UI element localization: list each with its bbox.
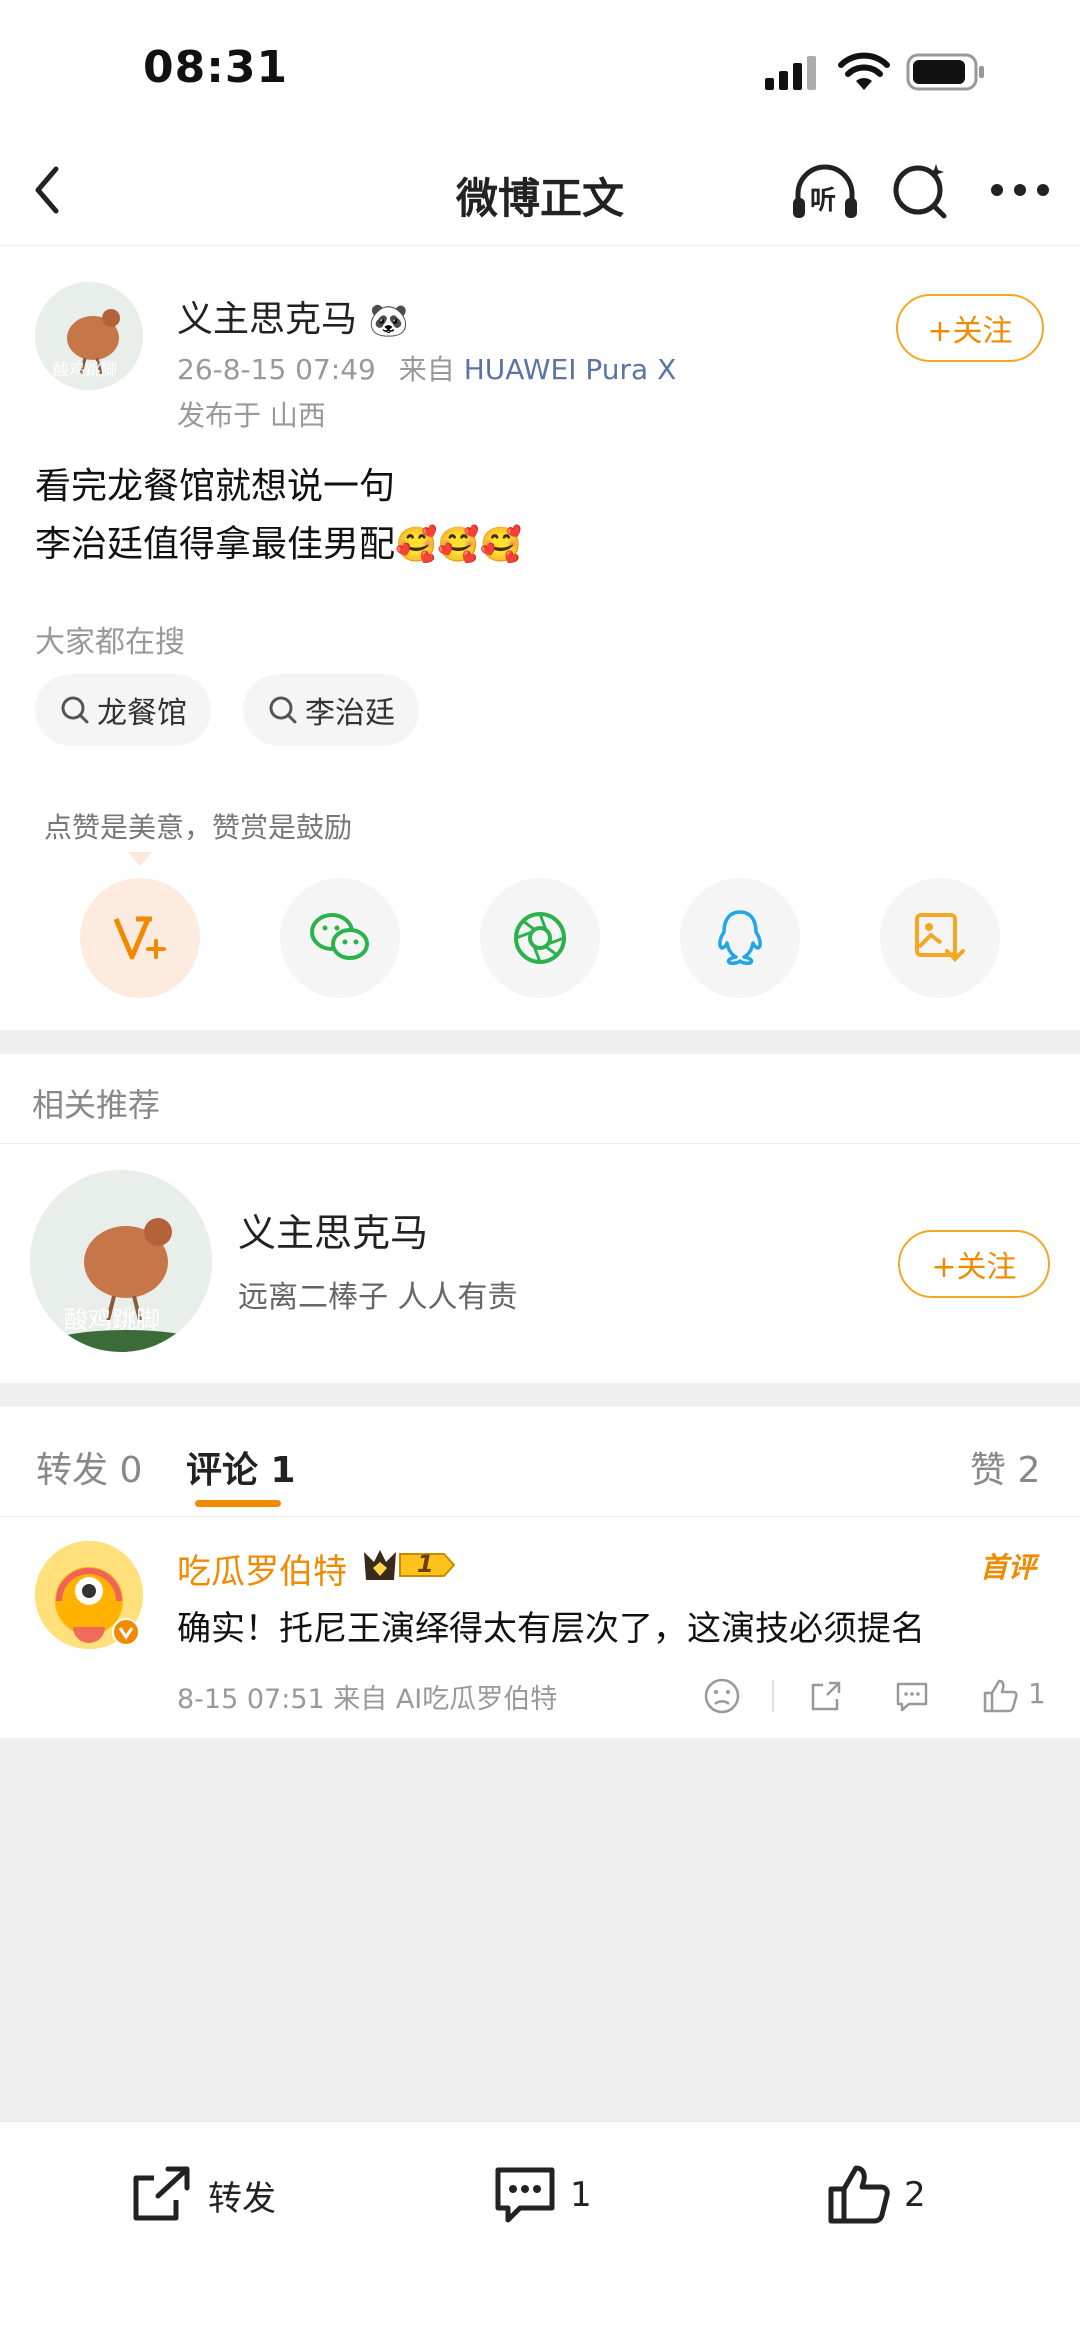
bottom-like-button[interactable]: 2 bbox=[826, 2160, 966, 2230]
author-name[interactable]: 义主思克马 bbox=[177, 299, 357, 340]
avatar-watermark: 酸鸡跳脚 bbox=[64, 1306, 160, 1334]
signal-icon bbox=[765, 56, 819, 90]
dislike-icon[interactable] bbox=[700, 1674, 744, 1718]
comment-share-icon[interactable] bbox=[804, 1674, 848, 1718]
post-text-line2-row: 李治廷值得拿最佳男配🥰🥰🥰 bbox=[35, 516, 522, 574]
listen-headphone-icon[interactable]: 听 bbox=[790, 160, 860, 222]
section-separator bbox=[0, 1383, 1080, 1407]
avatar-watermark: 酸鸡跳脚 bbox=[53, 360, 118, 379]
comment-meta: 8-15 07:51 来自 AI吃瓜罗伯特 bbox=[177, 1684, 558, 1715]
reward-hint-pointer bbox=[128, 852, 152, 868]
trending-chip-2[interactable]: 李治廷 bbox=[243, 674, 419, 746]
listen-label: 听 bbox=[810, 186, 837, 216]
first-comment-tag: 首评 bbox=[980, 1551, 1037, 1584]
post-time: 26-8-15 07:49 bbox=[177, 353, 376, 386]
repost-label: 转发 bbox=[208, 2178, 276, 2219]
post-text-line1: 看完龙餐馆就想说一句 bbox=[35, 466, 396, 507]
trending-chip-label: 李治廷 bbox=[305, 696, 395, 731]
comment-like-icon[interactable] bbox=[978, 1674, 1022, 1718]
post-source-device[interactable]: HUAWEI Pura X bbox=[464, 353, 677, 386]
post-location-row: 发布于 山西 bbox=[177, 394, 326, 434]
recommend-bio: 远离二棒子 人人有责 bbox=[238, 1280, 518, 1315]
member-level: 1 bbox=[417, 1550, 434, 1578]
author-name-row: 义主思克马 🐼 bbox=[177, 290, 408, 342]
search-icon bbox=[267, 694, 299, 726]
post-location-prefix: 发布于 bbox=[177, 399, 262, 432]
share-qq-button[interactable] bbox=[680, 878, 800, 998]
bottom-comment-button[interactable]: 1 bbox=[492, 2160, 632, 2230]
comment-like-count: 1 bbox=[1028, 1677, 1046, 1710]
search-ai-icon[interactable] bbox=[890, 160, 954, 222]
empty-area bbox=[0, 1738, 1080, 2121]
post-source-prefix: 来自 bbox=[398, 353, 455, 386]
bottom-bar bbox=[0, 2121, 1080, 2341]
qq-icon bbox=[714, 908, 766, 968]
member-badge: 1 bbox=[360, 1546, 458, 1584]
tabs-divider bbox=[0, 1516, 1080, 1517]
trending-chip-1[interactable]: 龙餐馆 bbox=[35, 674, 211, 746]
trending-chip-label: 龙餐馆 bbox=[97, 696, 187, 731]
recommend-name[interactable]: 义主思克马 bbox=[238, 1202, 428, 1257]
author-emoji: 🐼 bbox=[368, 301, 409, 339]
commenter-name[interactable]: 吃瓜罗伯特 bbox=[177, 1544, 347, 1593]
reward-hint: 点赞是美意，赞赏是鼓励 bbox=[44, 811, 353, 844]
recommend-follow-button[interactable]: +关注 bbox=[898, 1230, 1050, 1298]
comment-count: 1 bbox=[570, 2175, 592, 2215]
post-emojis: 🥰🥰🥰 bbox=[395, 525, 523, 565]
recommend-avatar[interactable]: 酸鸡跳脚 bbox=[30, 1170, 212, 1352]
more-icon[interactable] bbox=[985, 170, 1055, 210]
post-text-line2: 李治廷值得拿最佳男配 bbox=[35, 524, 396, 565]
wechat-icon bbox=[308, 910, 372, 966]
battery-icon bbox=[906, 53, 986, 91]
post-location: 山西 bbox=[269, 399, 326, 432]
comment-reply-icon[interactable] bbox=[890, 1674, 934, 1718]
comment-icon bbox=[492, 2164, 558, 2226]
meta-divider bbox=[772, 1680, 774, 1712]
wifi-icon bbox=[838, 52, 890, 92]
section-separator bbox=[0, 1030, 1080, 1054]
reward-button[interactable] bbox=[80, 878, 200, 998]
follow-button[interactable]: +关注 bbox=[896, 294, 1044, 362]
repost-icon bbox=[130, 2164, 196, 2226]
post-meta: 26-8-15 07:49 来自 HUAWEI Pura X bbox=[177, 348, 676, 388]
recommend-title: 相关推荐 bbox=[32, 1086, 161, 1124]
author-avatar[interactable]: 酸鸡跳脚 bbox=[35, 282, 143, 390]
moments-icon bbox=[510, 908, 570, 968]
tab-like[interactable]: 赞 2 bbox=[970, 1441, 1040, 1493]
tab-repost[interactable]: 转发 0 bbox=[36, 1441, 142, 1493]
save-image-icon bbox=[913, 911, 967, 965]
like-count: 2 bbox=[904, 2175, 926, 2215]
share-moments-button[interactable] bbox=[480, 878, 600, 998]
verified-badge-icon bbox=[112, 1618, 140, 1646]
status-bar: 08:31 bbox=[0, 0, 1080, 140]
trending-title: 大家都在搜 bbox=[35, 625, 185, 660]
save-image-button[interactable] bbox=[880, 878, 1000, 998]
recommend-divider bbox=[0, 1143, 1080, 1144]
share-wechat-button[interactable] bbox=[280, 878, 400, 998]
reward-v-icon bbox=[112, 913, 168, 963]
tab-comment[interactable]: 评论 1 bbox=[186, 1441, 296, 1493]
status-time: 08:31 bbox=[143, 42, 289, 93]
like-icon bbox=[826, 2163, 892, 2227]
search-icon bbox=[59, 694, 91, 726]
comment-text: 确实！托尼王演绎得太有层次了，这演技必须提名 bbox=[177, 1609, 925, 1649]
tab-active-indicator bbox=[195, 1500, 281, 1507]
post-text: 看完龙餐馆就想说一句 李治廷值得拿最佳男配🥰🥰🥰 bbox=[35, 458, 522, 574]
bottom-repost-button[interactable]: 转发 bbox=[130, 2160, 310, 2230]
